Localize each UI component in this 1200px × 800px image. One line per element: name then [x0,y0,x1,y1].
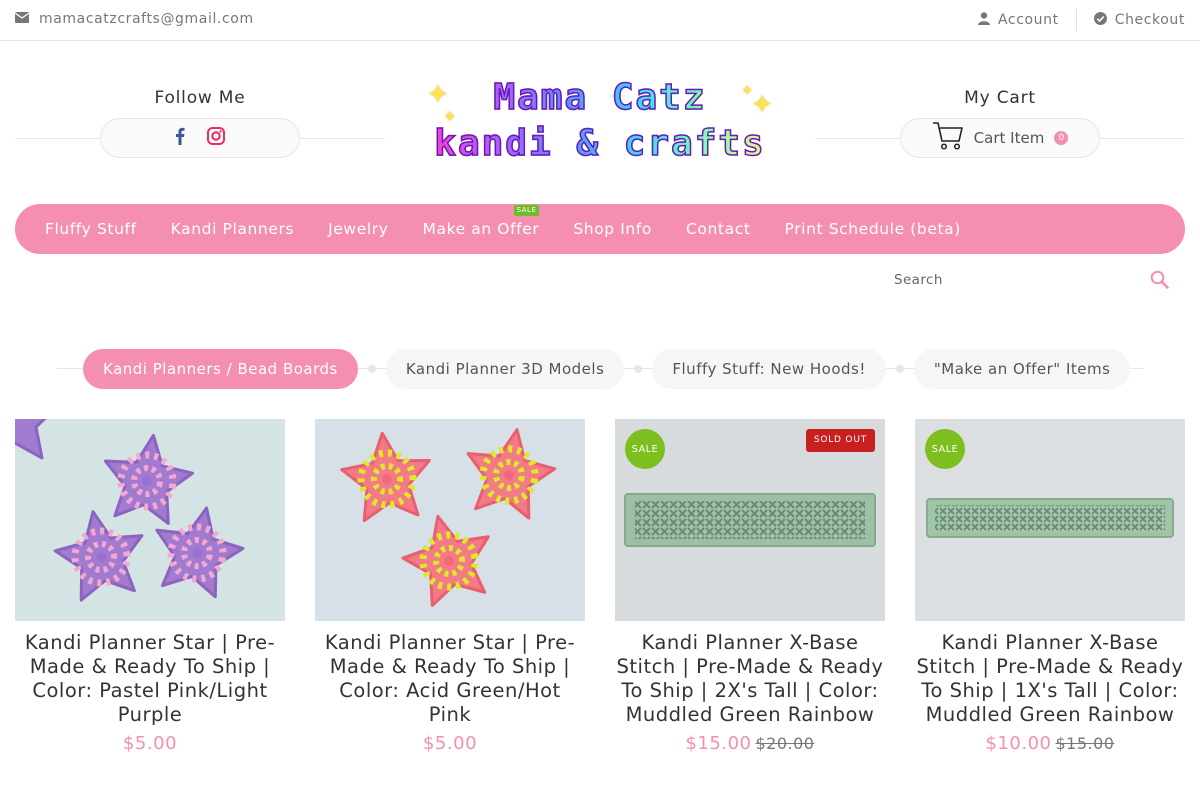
contact-email[interactable]: mamacatzcrafts@gmail.com [14,11,254,27]
product-image[interactable] [315,419,585,621]
tab-fluffy-stuff-new-hoods[interactable]: Fluffy Stuff: New Hoods! [652,349,886,389]
nav-label: Jewelry [328,220,389,238]
old-price: $20.00 [755,734,815,753]
product-image[interactable] [15,419,285,621]
product-card: SALE SOLD OUT Kandi Planner X-Base Stitc… [615,419,885,754]
product-card: Kandi Planner Star | Pre-Made & Ready To… [315,419,585,754]
nav-item-contact[interactable]: Contact [686,220,751,238]
nav-label: Contact [686,220,751,238]
envelope-icon [14,11,30,27]
nav-label: Kandi Planners [170,220,295,238]
nav-item-fluffy-stuff[interactable]: Fluffy Stuff [45,220,137,238]
account-label: Account [997,12,1059,28]
current-price: $15.00 [685,733,752,754]
current-price: $5.00 [422,733,478,754]
product-price: $10.00 $15.00 [915,733,1185,754]
sold-out-badge: SOLD OUT [805,429,875,452]
nav-label: Fluffy Stuff [45,220,137,238]
product-price: $5.00 [315,733,585,754]
cart-title: My Cart [964,88,1036,108]
nav-item-shop-info[interactable]: Shop Info [573,220,652,238]
nav-label: Make an Offer [422,220,540,238]
product-card: SALE Kandi Planner X-Base Stitch | Pre-M… [915,419,1185,754]
tab-kandi-planners-bead-boards[interactable]: Kandi Planners / Bead Boards [83,349,358,389]
search-input[interactable] [880,272,1140,288]
logo-line-2: kandi & crafts [425,123,775,165]
top-bar: mamacatzcrafts@gmail.com Account Checkou… [0,0,1200,41]
facebook-icon[interactable] [175,127,185,149]
social-links [100,118,300,158]
store-logo[interactable]: ✦ ✦ ✦ ✦ Mama Catz kandi & crafts [425,77,775,170]
sale-badge: SALE [625,429,665,469]
account-link[interactable]: Account [977,10,1059,31]
check-circle-icon [1093,11,1107,29]
checkout-link[interactable]: Checkout [1093,10,1185,31]
sale-badge: SALE [925,429,965,469]
current-price: $5.00 [122,733,178,754]
cart-count-badge: 0 [1054,131,1069,145]
tab-separator [367,365,376,373]
user-icon [977,11,990,29]
main-nav: Fluffy Stuff Kandi Planners Jewelry Make… [15,204,1185,254]
logo-line-1: Mama Catz [425,77,775,119]
sale-tag: SALE [513,205,540,216]
product-image[interactable]: SALE SOLD OUT [615,419,885,621]
product-price: $15.00 $20.00 [615,733,885,754]
nav-label: Shop Info [573,220,652,238]
search-icon[interactable] [1150,270,1169,293]
cart-button[interactable]: Cart Item 0 [900,118,1100,158]
tab-kandi-planner-3d-models[interactable]: Kandi Planner 3D Models [385,349,625,389]
tab-make-an-offer-items[interactable]: "Make an Offer" Items [913,349,1131,389]
follow-title: Follow Me [154,88,246,108]
current-price: $10.00 [985,733,1052,754]
product-image[interactable]: SALE [915,419,1185,621]
nav-label: Print Schedule (beta) [784,220,961,238]
product-title[interactable]: Kandi Planner Star | Pre-Made & Ready To… [315,631,585,727]
tab-separator [895,365,904,373]
old-price: $15.00 [1055,734,1115,753]
product-price: $5.00 [15,733,285,754]
nav-item-make-an-offer[interactable]: Make an Offer SALE [422,205,540,238]
category-tabs: Kandi Planners / Bead Boards Kandi Plann… [83,349,1131,389]
nav-item-jewelry[interactable]: Jewelry [328,220,388,238]
product-title[interactable]: Kandi Planner X-Base Stitch | Pre-Made &… [915,631,1185,727]
email-text: mamacatzcrafts@gmail.com [39,11,254,27]
product-title[interactable]: Kandi Planner Star | Pre-Made & Ready To… [15,631,285,727]
cart-label: Cart Item [973,129,1045,147]
nav-item-print-schedule[interactable]: Print Schedule (beta) [785,220,961,238]
search-bar [880,264,1185,296]
nav-item-kandi-planners[interactable]: Kandi Planners [171,220,294,238]
product-card: Kandi Planner Star | Pre-Made & Ready To… [15,419,285,754]
checkout-label: Checkout [1114,12,1185,28]
topbar-divider [1075,9,1077,31]
cart-icon [932,121,964,155]
tab-separator [634,365,643,373]
instagram-icon[interactable] [207,127,225,149]
product-title[interactable]: Kandi Planner X-Base Stitch | Pre-Made &… [615,631,885,727]
